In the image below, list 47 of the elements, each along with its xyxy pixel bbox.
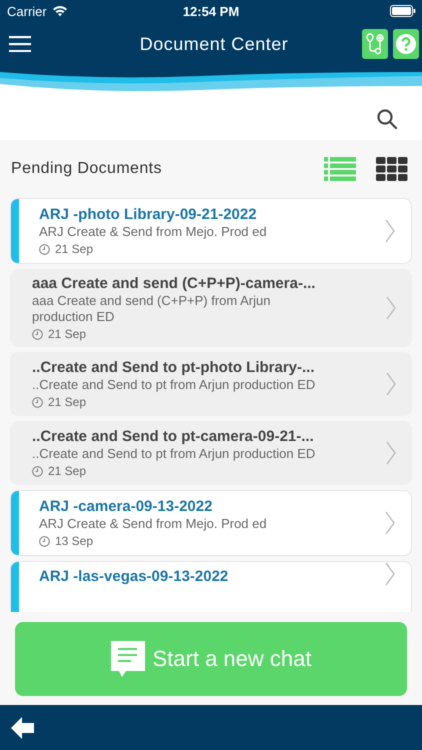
back-button[interactable] xyxy=(11,716,35,738)
document-title: ARJ -camera-09-13-2022 xyxy=(39,498,214,515)
chevron-icon xyxy=(385,219,395,243)
menu-button[interactable] xyxy=(9,36,31,52)
document-card[interactable]: ..Create and Send to pt-photo Library-... ..Create and Send to pt from Arjun production ED 21 Sep xyxy=(10,352,412,416)
document-card[interactable]: ARJ -photo Library-09-21-2022 ARJ Create & Send from Mejo. Prod ed 21 Sep xyxy=(10,198,412,264)
document-subtitle: ARJ Create & Send from Mejo. Prod ed xyxy=(39,224,268,240)
document-date: 21 Sep xyxy=(48,327,86,341)
document-title: ..Create and Send to pt-camera-09-21-... xyxy=(32,428,315,445)
chevron-icon xyxy=(385,511,395,535)
document-date: 13 Sep xyxy=(55,534,94,548)
chevron-icon xyxy=(385,562,395,586)
status-time: 12:54 PM xyxy=(182,4,240,18)
clock-icon xyxy=(39,244,50,254)
chevron-icon xyxy=(386,441,396,465)
battery-icon xyxy=(390,5,416,17)
document-card[interactable]: ..Create and Send to pt-camera-09-21-... ..Create and Send to pt from Arjun production ED 21 Sep xyxy=(10,421,412,485)
document-title: ARJ -photo Library-09-21-2022 xyxy=(39,206,258,223)
document-card[interactable]: ARJ -las-vegas-09-13-2022 xyxy=(10,561,412,612)
unread-bar xyxy=(11,562,19,612)
chat-icon xyxy=(110,640,146,676)
document-subtitle: aaa Create and send (C+P+P) from Arjun production ED xyxy=(32,293,272,325)
clock-icon xyxy=(32,396,43,408)
chevron-icon xyxy=(386,296,396,320)
chevron-icon xyxy=(386,372,396,396)
document-date: 21 Sep xyxy=(48,395,86,409)
unread-bar xyxy=(11,199,19,263)
clock-icon xyxy=(39,536,50,546)
document-subtitle: ..Create and Send to pt from Arjun production ED xyxy=(32,446,316,462)
wifi-icon xyxy=(52,5,68,17)
document-card[interactable]: ARJ -camera-09-13-2022 ARJ Create & Send from Mejo. Prod ed 13 Sep xyxy=(10,490,412,556)
carrier-name: Carrier xyxy=(7,4,47,18)
document-title: ARJ -las-vegas-09-13-2022 xyxy=(39,568,230,585)
search-button[interactable] xyxy=(376,108,398,130)
clock-icon xyxy=(32,328,43,340)
section-title: Pending Documents xyxy=(11,160,162,178)
document-card[interactable]: aaa Create and send (C+P+P)-camera-... aaa Create and send (C+P+P) from Arjun production ED 21 Sep xyxy=(10,269,412,347)
document-subtitle: ARJ Create & Send from Mejo. Prod ed xyxy=(39,516,268,532)
document-subtitle: ..Create and Send to pt from Arjun production ED xyxy=(32,377,316,393)
grid-view-button[interactable] xyxy=(376,157,408,181)
page-title: Document Center xyxy=(138,34,290,54)
document-title: ..Create and Send to pt-photo Library-... xyxy=(32,359,316,376)
clock-icon xyxy=(32,466,43,476)
document-date: 21 Sep xyxy=(55,242,94,256)
document-date: 21 Sep xyxy=(48,464,86,478)
document-title: aaa Create and send (C+P+P)-camera-... xyxy=(32,275,316,292)
unread-bar xyxy=(11,491,19,555)
